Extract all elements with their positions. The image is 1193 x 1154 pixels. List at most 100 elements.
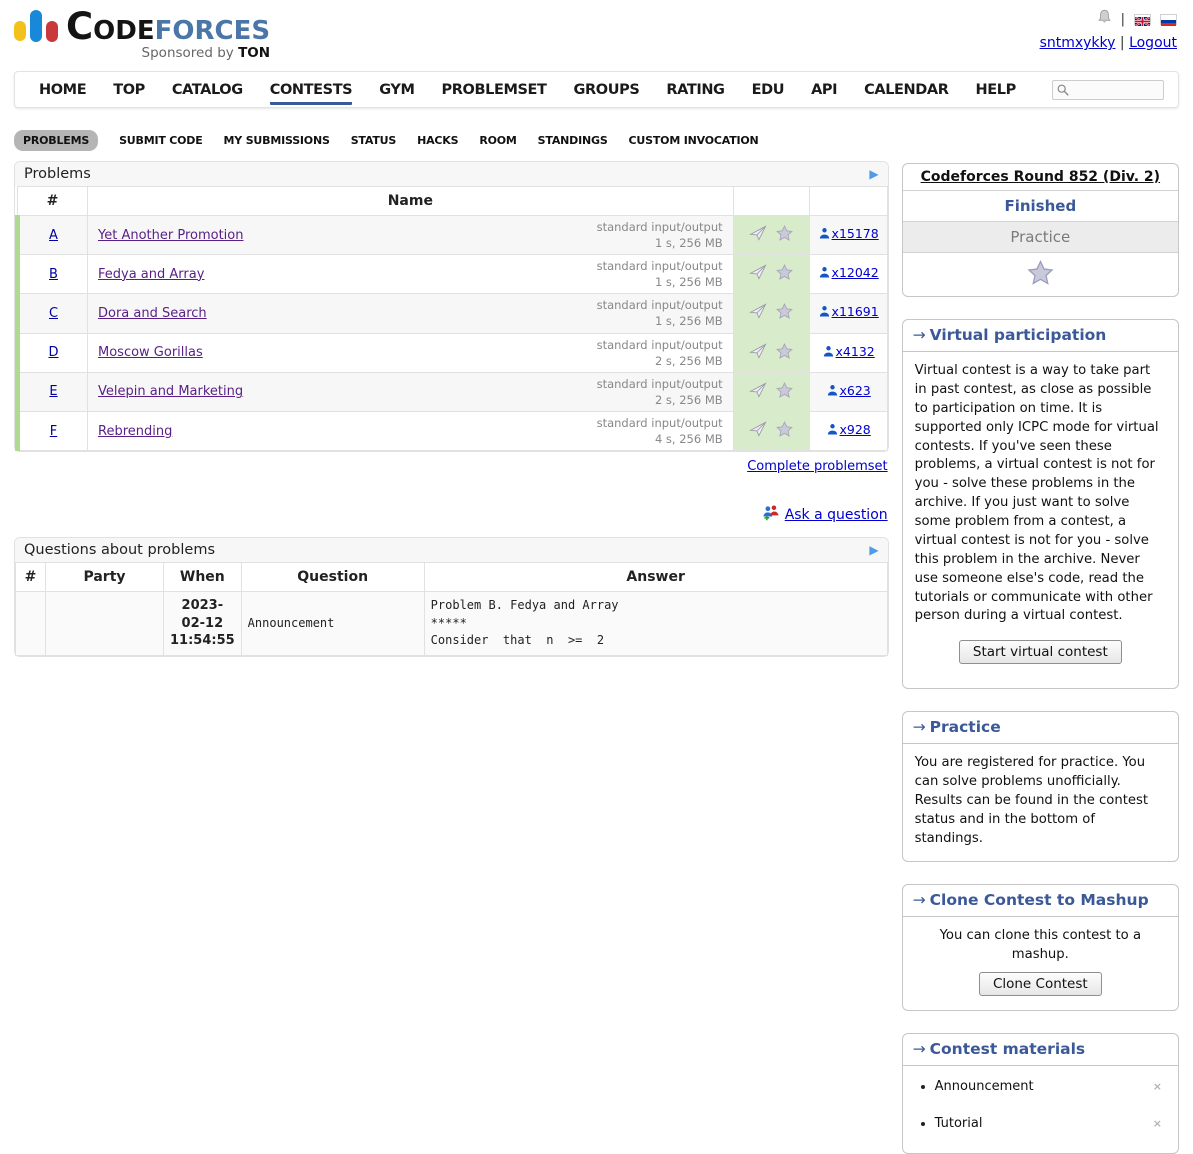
nav-item-problemset[interactable]: PROBLEMSET bbox=[442, 82, 547, 98]
problems-table: # Name A Yet Another Promotion standard … bbox=[15, 186, 888, 451]
blue-triangle-icon[interactable] bbox=[869, 166, 878, 182]
nav-item-calendar[interactable]: CALENDAR bbox=[864, 82, 948, 98]
col-header-party: Party bbox=[46, 563, 164, 592]
question-party bbox=[46, 592, 164, 656]
star-icon[interactable] bbox=[1027, 274, 1054, 289]
clone-contest-button[interactable]: Clone Contest bbox=[979, 972, 1102, 996]
problem-letter-link[interactable]: B bbox=[49, 267, 58, 282]
paper-plane-icon[interactable] bbox=[749, 303, 767, 323]
tab-problems[interactable]: PROBLEMS bbox=[14, 130, 98, 151]
questions-caption: Questions about problems bbox=[15, 538, 888, 562]
page-header: Codeforces Sponsored by TON | sntmxykky … bbox=[0, 0, 1193, 61]
person-icon bbox=[822, 347, 835, 362]
start-virtual-contest-button[interactable]: Start virtual contest bbox=[959, 640, 1122, 664]
paper-plane-icon[interactable] bbox=[749, 421, 767, 441]
problem-constraints: standard input/output1 s, 256 MB bbox=[597, 258, 723, 290]
user-separator: | bbox=[1120, 35, 1125, 51]
problem-name-link[interactable]: Dora and Search bbox=[98, 306, 207, 321]
solved-count-link[interactable]: x4132 bbox=[836, 344, 875, 359]
problem-name-link[interactable]: Yet Another Promotion bbox=[98, 228, 243, 243]
problem-letter-link[interactable]: C bbox=[49, 306, 58, 321]
arrow-icon: → bbox=[913, 891, 926, 909]
solved-count-link[interactable]: x623 bbox=[840, 383, 871, 398]
questions-box: Questions about problems # Party When Qu… bbox=[14, 537, 889, 657]
problem-name-link[interactable]: Moscow Gorillas bbox=[98, 345, 203, 360]
problem-name-link[interactable]: Fedya and Array bbox=[98, 267, 204, 282]
star-icon[interactable] bbox=[776, 303, 793, 323]
blue-triangle-icon[interactable] bbox=[869, 542, 878, 558]
nav-item-edu[interactable]: EDU bbox=[752, 82, 785, 98]
main-menu: HOME TOP CATALOG CONTESTS GYM PROBLEMSET… bbox=[14, 71, 1179, 108]
tab-status[interactable]: STATUS bbox=[351, 134, 396, 147]
tab-hacks[interactable]: HACKS bbox=[417, 134, 458, 147]
tab-submit-code[interactable]: SUBMIT CODE bbox=[119, 134, 202, 147]
complete-problemset-link[interactable]: Complete problemset bbox=[747, 459, 887, 474]
paper-plane-icon[interactable] bbox=[749, 225, 767, 245]
person-icon bbox=[826, 386, 839, 401]
problem-letter-link[interactable]: A bbox=[49, 228, 58, 243]
question-answer: Problem B. Fedya and Array ***** Conside… bbox=[424, 592, 887, 656]
logo-wordmark: Codeforces bbox=[66, 12, 270, 42]
logout-link[interactable]: Logout bbox=[1129, 35, 1177, 51]
problem-row: E Velepin and Marketing standard input/o… bbox=[18, 372, 888, 411]
problem-constraints: standard input/output4 s, 256 MB bbox=[597, 415, 723, 447]
problem-name-link[interactable]: Velepin and Marketing bbox=[98, 384, 243, 399]
material-tutorial-link[interactable]: Tutorial bbox=[935, 1116, 983, 1131]
uk-flag-icon[interactable] bbox=[1134, 14, 1151, 25]
problems-box: Problems # Name A bbox=[14, 161, 889, 452]
username-link[interactable]: sntmxykky bbox=[1040, 35, 1116, 51]
lang-separator: | bbox=[1121, 12, 1125, 27]
clone-text: You can clone this contest to a mashup. bbox=[903, 917, 1178, 971]
problem-letter-link[interactable]: D bbox=[48, 345, 58, 360]
nav-item-groups[interactable]: GROUPS bbox=[574, 82, 640, 98]
clone-contest-box: →Clone Contest to Mashup You can clone t… bbox=[902, 884, 1179, 1012]
nav-item-rating[interactable]: RATING bbox=[666, 82, 724, 98]
col-header-num: # bbox=[18, 187, 88, 216]
nav-item-help[interactable]: HELP bbox=[976, 82, 1016, 98]
material-announcement-link[interactable]: Announcement bbox=[935, 1079, 1034, 1094]
nav-item-contests[interactable]: CONTESTS bbox=[270, 82, 352, 105]
problems-caption: Problems bbox=[15, 162, 888, 186]
solved-count-link[interactable]: x15178 bbox=[832, 226, 879, 241]
material-item: Announcement × bbox=[935, 1079, 1178, 1094]
paper-plane-icon[interactable] bbox=[749, 343, 767, 363]
problem-letter-link[interactable]: F bbox=[50, 424, 57, 439]
materials-caption: →Contest materials bbox=[903, 1034, 1178, 1066]
nav-item-top[interactable]: TOP bbox=[113, 82, 145, 98]
tab-my-submissions[interactable]: MY SUBMISSIONS bbox=[224, 134, 330, 147]
ton-label: TON bbox=[238, 45, 270, 61]
contest-title-link[interactable]: Codeforces Round 852 (Div. 2) bbox=[921, 169, 1160, 185]
close-x-icon[interactable]: × bbox=[1153, 1080, 1162, 1093]
bell-icon[interactable] bbox=[1097, 9, 1112, 29]
paper-plane-icon[interactable] bbox=[749, 382, 767, 402]
col-header-question: Question bbox=[241, 563, 424, 592]
star-icon[interactable] bbox=[776, 382, 793, 402]
tab-standings[interactable]: STANDINGS bbox=[538, 134, 608, 147]
problem-row: A Yet Another Promotion standard input/o… bbox=[18, 216, 888, 255]
star-icon[interactable] bbox=[776, 421, 793, 441]
problem-letter-link[interactable]: E bbox=[49, 384, 57, 399]
solved-count-link[interactable]: x11691 bbox=[832, 304, 879, 319]
contest-materials-box: →Contest materials Announcement × Tutori… bbox=[902, 1033, 1179, 1154]
paper-plane-icon[interactable] bbox=[749, 264, 767, 284]
star-icon[interactable] bbox=[776, 343, 793, 363]
ask-question-link[interactable]: Ask a question bbox=[785, 507, 888, 523]
star-icon[interactable] bbox=[776, 225, 793, 245]
tab-custom-invocation[interactable]: CUSTOM INVOCATION bbox=[629, 134, 759, 147]
star-icon[interactable] bbox=[776, 264, 793, 284]
problem-name-link[interactable]: Rebrending bbox=[98, 424, 172, 439]
solved-count-link[interactable]: x928 bbox=[840, 422, 871, 437]
question-text: Announcement bbox=[241, 592, 424, 656]
codeforces-logo[interactable]: Codeforces Sponsored by TON bbox=[14, 8, 270, 61]
tab-room[interactable]: ROOM bbox=[479, 134, 516, 147]
nav-item-catalog[interactable]: CATALOG bbox=[172, 82, 243, 98]
contest-mode: Practice bbox=[903, 222, 1178, 253]
close-x-icon[interactable]: × bbox=[1153, 1117, 1162, 1130]
nav-item-gym[interactable]: GYM bbox=[379, 82, 414, 98]
solved-count-link[interactable]: x12042 bbox=[832, 265, 879, 280]
nav-item-home[interactable]: HOME bbox=[39, 82, 86, 98]
materials-list: Announcement × Tutorial × bbox=[935, 1079, 1178, 1131]
nav-item-api[interactable]: API bbox=[811, 82, 837, 98]
contest-status: Finished bbox=[903, 191, 1178, 222]
ru-flag-icon[interactable] bbox=[1160, 14, 1177, 25]
